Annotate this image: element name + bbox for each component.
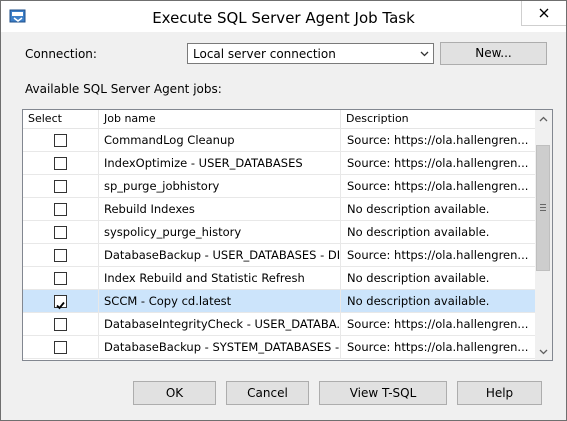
table-row[interactable]: CommandLog Cleanup Source: https://ola.ha… bbox=[23, 129, 535, 152]
job-name-cell: CommandLog Cleanup bbox=[99, 129, 341, 151]
scroll-grip-icon bbox=[540, 204, 546, 213]
grid-header: Select Job name Description bbox=[23, 110, 535, 129]
connection-value: Local server connection bbox=[193, 47, 336, 61]
select-cell bbox=[23, 198, 99, 220]
table-row[interactable]: DatabaseIntegrityCheck - USER_DATABA... S… bbox=[23, 313, 535, 336]
connection-label: Connection: bbox=[25, 47, 97, 61]
table-row[interactable]: SCCM - Copy cd.latest No description avai… bbox=[23, 290, 535, 313]
new-connection-button[interactable]: New... bbox=[440, 42, 547, 65]
table-row[interactable]: DatabaseBackup - USER_DATABASES - DIFF So… bbox=[23, 244, 535, 267]
table-row[interactable]: Rebuild Indexes No description available. bbox=[23, 198, 535, 221]
view-tsql-button[interactable]: View T-SQL bbox=[319, 381, 447, 405]
table-row[interactable]: DatabaseBackup - SYSTEM_DATABASES -... So… bbox=[23, 336, 535, 359]
job-name-cell: SCCM - Copy cd.latest bbox=[99, 290, 341, 312]
column-header-description[interactable]: Description bbox=[341, 110, 535, 128]
job-name-cell: DatabaseBackup - SYSTEM_DATABASES -... bbox=[99, 336, 341, 358]
chevron-up-icon bbox=[539, 116, 548, 121]
select-cell bbox=[23, 152, 99, 174]
help-button[interactable]: Help bbox=[457, 381, 542, 405]
select-cell bbox=[23, 267, 99, 289]
table-row[interactable]: syspolicy_purge_history No description av… bbox=[23, 221, 535, 244]
cancel-button[interactable]: Cancel bbox=[226, 381, 309, 405]
job-checkbox[interactable] bbox=[54, 249, 67, 262]
column-header-select[interactable]: Select bbox=[23, 110, 99, 128]
chevron-down-icon bbox=[539, 349, 548, 354]
close-button[interactable] bbox=[521, 1, 566, 26]
column-header-job-name[interactable]: Job name bbox=[99, 110, 341, 128]
select-cell bbox=[23, 221, 99, 243]
job-checkbox[interactable] bbox=[54, 272, 67, 285]
job-name-cell: IndexOptimize - USER_DATABASES bbox=[99, 152, 341, 174]
job-checkbox[interactable] bbox=[54, 318, 67, 331]
select-cell bbox=[23, 313, 99, 335]
job-description-cell: Source: https://ola.hallengren... bbox=[347, 133, 529, 147]
scroll-down-button[interactable] bbox=[535, 343, 552, 360]
ok-button[interactable]: OK bbox=[133, 381, 216, 405]
scroll-up-button[interactable] bbox=[535, 110, 552, 127]
scroll-thumb[interactable] bbox=[536, 145, 550, 271]
job-checkbox[interactable] bbox=[54, 134, 67, 147]
dialog-window: Execute SQL Server Agent Job Task Connec… bbox=[0, 0, 567, 421]
job-description-cell: No description available. bbox=[347, 294, 490, 308]
job-description-cell: Source: https://ola.hallengren... bbox=[347, 179, 529, 193]
jobs-grid[interactable]: Select Job name Description CommandLog C… bbox=[22, 109, 553, 361]
cancel-label: Cancel bbox=[247, 386, 288, 400]
job-description-cell: Source: https://ola.hallengren... bbox=[347, 156, 529, 170]
select-cell bbox=[23, 175, 99, 197]
vertical-scrollbar[interactable] bbox=[535, 110, 552, 360]
job-name-cell: DatabaseIntegrityCheck - USER_DATABA... bbox=[99, 313, 341, 335]
job-checkbox[interactable] bbox=[54, 180, 67, 193]
select-cell bbox=[23, 244, 99, 266]
checkmark-icon bbox=[56, 301, 65, 310]
job-description-cell: No description available. bbox=[347, 202, 490, 216]
job-name-cell: Rebuild Indexes bbox=[99, 198, 341, 220]
new-connection-label: New... bbox=[475, 46, 512, 60]
chevron-down-icon bbox=[420, 51, 429, 57]
job-description-cell: Source: https://ola.hallengren... bbox=[347, 340, 529, 354]
job-checkbox[interactable] bbox=[54, 157, 67, 170]
job-name-cell: sp_purge_jobhistory bbox=[99, 175, 341, 197]
job-description-cell: Source: https://ola.hallengren... bbox=[347, 317, 529, 331]
job-description-cell: No description available. bbox=[347, 271, 490, 285]
job-checkbox[interactable] bbox=[54, 341, 67, 354]
title-bar[interactable]: Execute SQL Server Agent Job Task bbox=[1, 1, 566, 32]
select-cell bbox=[23, 290, 99, 312]
table-row[interactable]: sp_purge_jobhistory Source: https://ola.h… bbox=[23, 175, 535, 198]
close-icon bbox=[539, 8, 549, 18]
table-row[interactable]: IndexOptimize - USER_DATABASES Source: ht… bbox=[23, 152, 535, 175]
job-checkbox[interactable] bbox=[54, 295, 67, 310]
job-description-cell: Source: https://ola.hallengren... bbox=[347, 248, 529, 262]
job-checkbox[interactable] bbox=[54, 226, 67, 239]
job-checkbox[interactable] bbox=[54, 203, 67, 216]
view-tsql-label: View T-SQL bbox=[349, 386, 417, 400]
connection-dropdown[interactable]: Local server connection bbox=[187, 43, 434, 64]
job-name-cell: DatabaseBackup - USER_DATABASES - DIFF bbox=[99, 244, 341, 266]
available-jobs-label: Available SQL Server Agent jobs: bbox=[25, 82, 222, 96]
job-name-cell: Index Rebuild and Statistic Refresh bbox=[99, 267, 341, 289]
table-row[interactable]: Index Rebuild and Statistic Refresh No de… bbox=[23, 267, 535, 290]
select-cell bbox=[23, 129, 99, 151]
ok-label: OK bbox=[165, 386, 184, 400]
job-name-cell: syspolicy_purge_history bbox=[99, 221, 341, 243]
help-label: Help bbox=[485, 386, 514, 400]
job-description-cell: No description available. bbox=[347, 225, 490, 239]
window-title: Execute SQL Server Agent Job Task bbox=[152, 9, 415, 27]
select-cell bbox=[23, 336, 99, 358]
